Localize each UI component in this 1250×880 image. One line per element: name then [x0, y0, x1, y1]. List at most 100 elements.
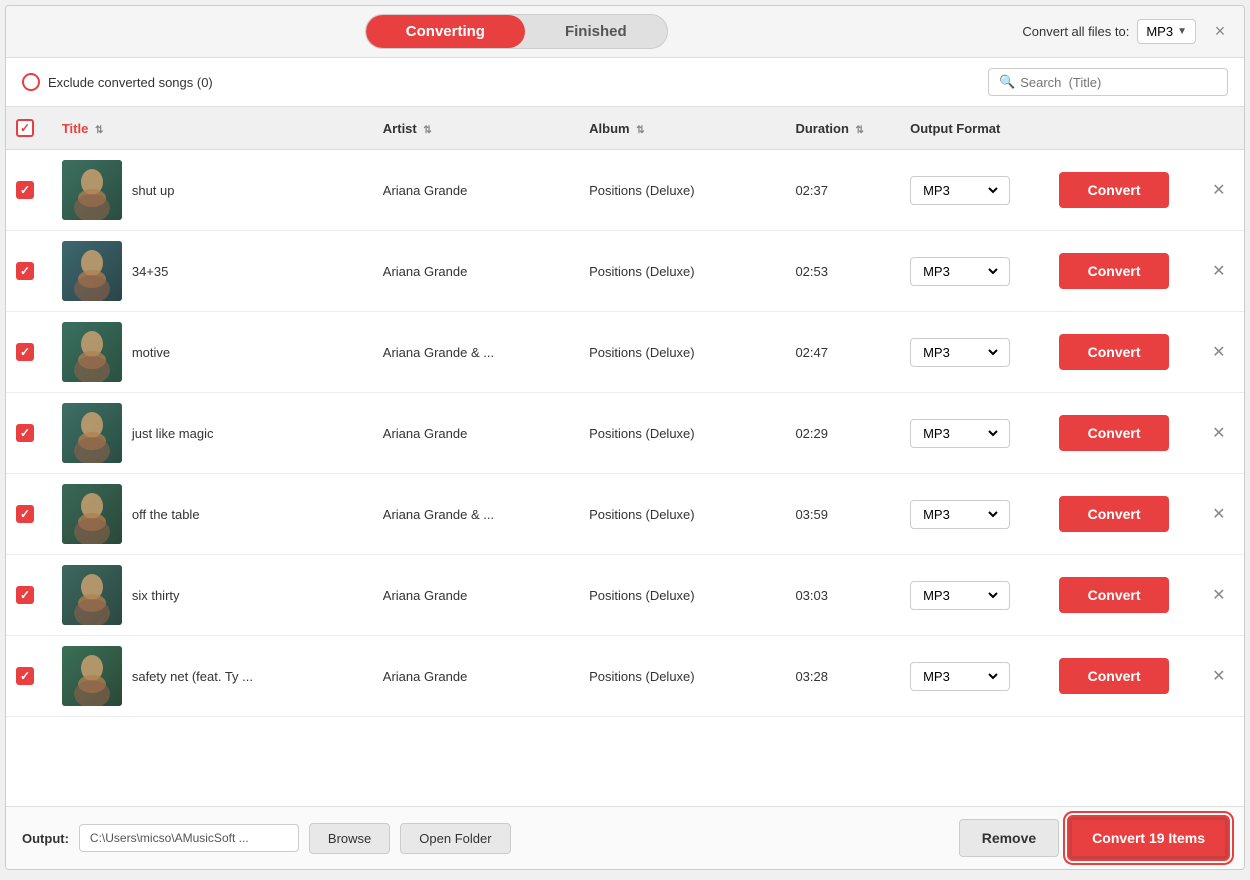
row-format-cell: MP3 AAC FLAC WAV OGG	[900, 636, 1049, 717]
remove-button[interactable]: Remove	[959, 819, 1059, 857]
tab-converting[interactable]: Converting	[366, 15, 525, 48]
format-select-5[interactable]: MP3 AAC FLAC WAV OGG	[910, 500, 1010, 529]
convert-all-button[interactable]: Convert 19 Items	[1069, 817, 1228, 859]
row-duration-cell: 02:53	[785, 231, 900, 312]
row-checkbox-7[interactable]: ✓	[16, 667, 34, 685]
format-select-7[interactable]: MP3 AAC FLAC WAV OGG	[910, 662, 1010, 691]
format-select-input-7[interactable]: MP3 AAC FLAC WAV OGG	[919, 668, 1001, 685]
format-select-6[interactable]: MP3 AAC FLAC WAV OGG	[910, 581, 1010, 610]
row-convert-cell: Convert	[1049, 150, 1198, 231]
format-select-input-5[interactable]: MP3 AAC FLAC WAV OGG	[919, 506, 1001, 523]
open-folder-button[interactable]: Open Folder	[400, 823, 510, 854]
search-box: 🔍	[988, 68, 1228, 96]
header-title[interactable]: Title ⇅	[52, 107, 373, 150]
row-format-cell: MP3 AAC FLAC WAV OGG	[900, 231, 1049, 312]
table-row: ✓	[6, 150, 1244, 231]
row-artist-cell: Ariana Grande & ...	[373, 312, 579, 393]
row-convert-cell: Convert	[1049, 636, 1198, 717]
row-title-cell: 34+35	[52, 231, 373, 312]
row-checkbox-1[interactable]: ✓	[16, 181, 34, 199]
row-remove-cell: ✕	[1198, 150, 1244, 231]
table-row: ✓	[6, 474, 1244, 555]
convert-button-7[interactable]: Convert	[1059, 658, 1169, 694]
row-title-cell: shut up	[52, 150, 373, 231]
exclude-circle-icon[interactable]	[22, 73, 40, 91]
row-title-cell: six thirty	[52, 555, 373, 636]
remove-row-button-7[interactable]: ✕	[1208, 662, 1229, 690]
format-select-input-2[interactable]: MP3 AAC FLAC WAV OGG	[919, 263, 1001, 280]
convert-button-4[interactable]: Convert	[1059, 415, 1169, 451]
format-select-4[interactable]: MP3 AAC FLAC WAV OGG	[910, 419, 1010, 448]
row-checkbox-2[interactable]: ✓	[16, 262, 34, 280]
row-title-cell: off the table	[52, 474, 373, 555]
row-check-cell: ✓	[6, 150, 52, 231]
format-select-1[interactable]: MP3 AAC FLAC WAV OGG	[910, 176, 1010, 205]
row-album-cell: Positions (Deluxe)	[579, 474, 785, 555]
format-select-input-1[interactable]: MP3 AAC FLAC WAV OGG	[919, 182, 1001, 199]
tab-group: Converting Finished	[365, 14, 668, 49]
top-bar: Converting Finished Convert all files to…	[6, 6, 1244, 58]
convert-button-5[interactable]: Convert	[1059, 496, 1169, 532]
row-convert-cell: Convert	[1049, 231, 1198, 312]
convert-all-label: Convert all files to:	[1022, 24, 1129, 39]
album-art-thumbnail	[62, 403, 122, 463]
app-window: Converting Finished Convert all files to…	[5, 5, 1245, 870]
remove-row-button-6[interactable]: ✕	[1208, 581, 1229, 609]
row-artist-cell: Ariana Grande	[373, 150, 579, 231]
remove-row-button-1[interactable]: ✕	[1208, 176, 1229, 204]
filter-bar: Exclude converted songs (0) 🔍	[6, 58, 1244, 107]
convert-button-6[interactable]: Convert	[1059, 577, 1169, 613]
remove-row-button-3[interactable]: ✕	[1208, 338, 1229, 366]
header-convert-col	[1049, 107, 1198, 150]
check-mark-icon: ✓	[20, 669, 30, 683]
remove-row-button-5[interactable]: ✕	[1208, 500, 1229, 528]
close-button[interactable]: ×	[1208, 20, 1232, 44]
row-title-cell: safety net (feat. Ty ...	[52, 636, 373, 717]
format-select-3[interactable]: MP3 AAC FLAC WAV OGG	[910, 338, 1010, 367]
song-title-text: shut up	[132, 183, 175, 198]
convert-button-3[interactable]: Convert	[1059, 334, 1169, 370]
row-format-cell: MP3 AAC FLAC WAV OGG	[900, 393, 1049, 474]
tab-finished[interactable]: Finished	[525, 15, 667, 48]
sort-icon: ⇅	[423, 125, 431, 136]
song-title-text: six thirty	[132, 588, 180, 603]
output-path: C:\Users\micso\AMusicSoft ...	[79, 824, 299, 852]
search-input[interactable]	[1020, 75, 1217, 90]
format-select-input-3[interactable]: MP3 AAC FLAC WAV OGG	[919, 344, 1001, 361]
format-select-top[interactable]: MP3 ▼	[1137, 19, 1196, 44]
row-format-cell: MP3 AAC FLAC WAV OGG	[900, 474, 1049, 555]
row-duration-cell: 02:29	[785, 393, 900, 474]
convert-button-2[interactable]: Convert	[1059, 253, 1169, 289]
check-mark-icon: ✓	[20, 121, 30, 135]
format-select-input-6[interactable]: MP3 AAC FLAC WAV OGG	[919, 587, 1001, 604]
row-convert-cell: Convert	[1049, 555, 1198, 636]
bottom-bar: Output: C:\Users\micso\AMusicSoft ... Br…	[6, 806, 1244, 869]
album-art-thumbnail	[62, 646, 122, 706]
check-mark-icon: ✓	[20, 426, 30, 440]
remove-row-button-4[interactable]: ✕	[1208, 419, 1229, 447]
format-select-input-4[interactable]: MP3 AAC FLAC WAV OGG	[919, 425, 1001, 442]
row-checkbox-6[interactable]: ✓	[16, 586, 34, 604]
row-checkbox-3[interactable]: ✓	[16, 343, 34, 361]
select-all-checkbox[interactable]: ✓	[16, 119, 34, 137]
remove-row-button-2[interactable]: ✕	[1208, 257, 1229, 285]
row-convert-cell: Convert	[1049, 474, 1198, 555]
header-album[interactable]: Album ⇅	[579, 107, 785, 150]
row-checkbox-5[interactable]: ✓	[16, 505, 34, 523]
table-row: ✓	[6, 312, 1244, 393]
row-format-cell: MP3 AAC FLAC WAV OGG	[900, 555, 1049, 636]
format-select-2[interactable]: MP3 AAC FLAC WAV OGG	[910, 257, 1010, 286]
browse-button[interactable]: Browse	[309, 823, 390, 854]
header-artist[interactable]: Artist ⇅	[373, 107, 579, 150]
header-duration[interactable]: Duration ⇅	[785, 107, 900, 150]
row-check-cell: ✓	[6, 636, 52, 717]
album-art-thumbnail	[62, 322, 122, 382]
row-duration-cell: 03:59	[785, 474, 900, 555]
convert-button-1[interactable]: Convert	[1059, 172, 1169, 208]
row-remove-cell: ✕	[1198, 231, 1244, 312]
header-output-format: Output Format	[900, 107, 1049, 150]
row-checkbox-4[interactable]: ✓	[16, 424, 34, 442]
album-art-thumbnail	[62, 484, 122, 544]
song-title-text: safety net (feat. Ty ...	[132, 669, 253, 684]
row-title-cell: motive	[52, 312, 373, 393]
